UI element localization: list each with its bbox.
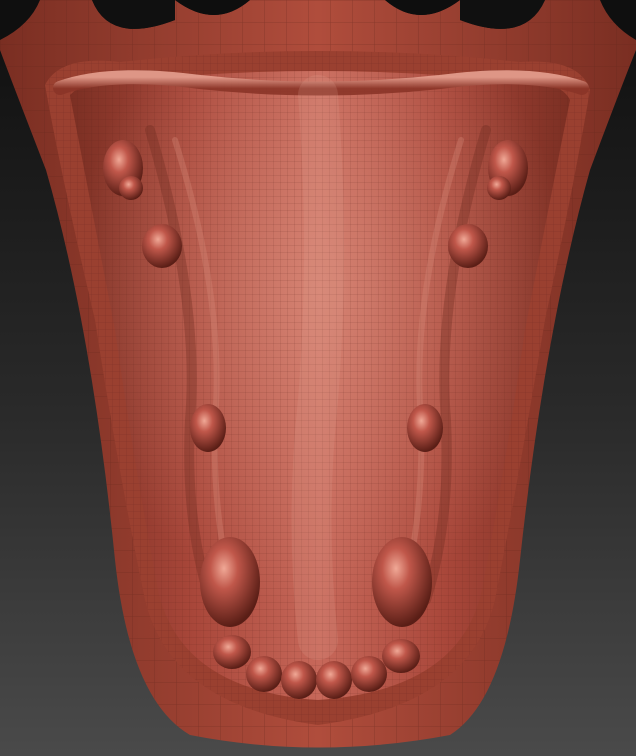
bump-left-3 (190, 404, 226, 452)
bead-1 (213, 635, 251, 669)
bump-left-4 (200, 537, 260, 627)
bump-left-1b (119, 176, 143, 200)
bump-right-2 (448, 224, 488, 268)
bead-4 (316, 661, 352, 699)
bead-2 (246, 656, 282, 692)
bump-left-2 (142, 224, 182, 268)
bead-3 (281, 661, 317, 699)
bump-right-1b (487, 176, 511, 200)
mesh-render (0, 0, 636, 748)
bump-right-4 (372, 537, 432, 627)
bead-5 (351, 656, 387, 692)
bump-right-3 (407, 404, 443, 452)
bead-6 (382, 639, 420, 673)
sculpt-viewport[interactable] (0, 0, 636, 756)
